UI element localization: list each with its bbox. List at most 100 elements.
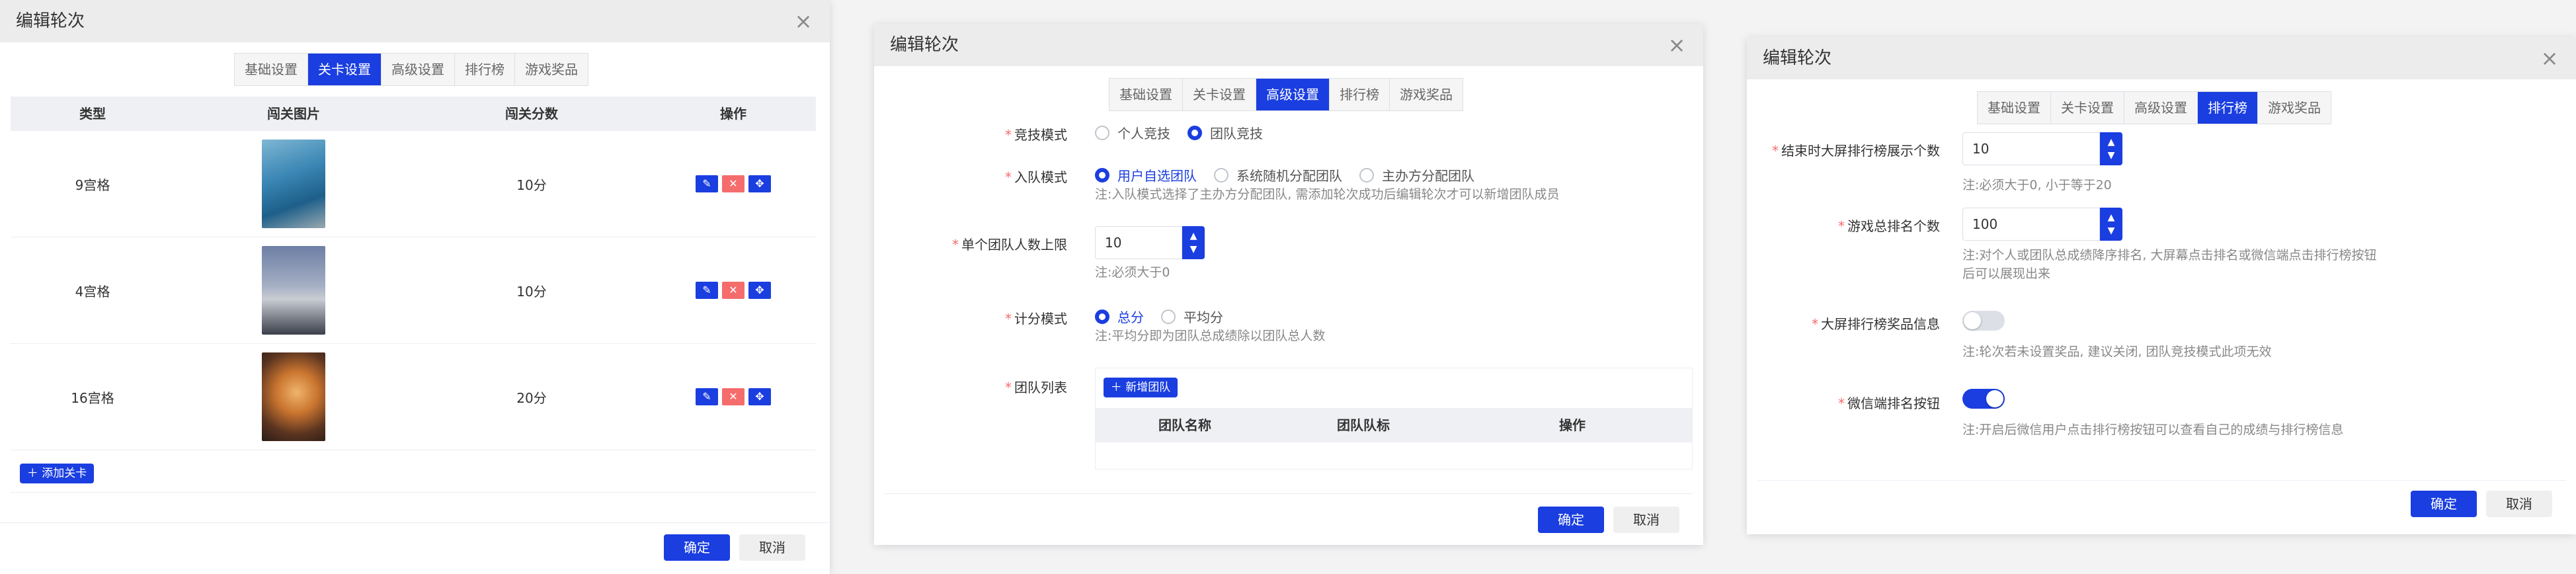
row-actions: ✎ ✕ ✥ <box>651 344 816 450</box>
levels-table: 类型 闯关图片 闯关分数 操作 9宫格 10分 ✎ ✕ ✥ 4宫格 10分 ✎ … <box>11 97 816 493</box>
delete-icon[interactable]: ✕ <box>722 388 745 405</box>
radio-individual-label[interactable]: 个人竞技 <box>1117 123 1170 142</box>
level-type: 4宫格 <box>75 283 110 300</box>
column-header-team-name: 团队名称 <box>1158 417 1211 433</box>
chevron-up-icon[interactable]: ▲ <box>2108 136 2115 149</box>
close-icon[interactable]: × <box>790 8 817 34</box>
team-limit-input[interactable]: 10 <box>1095 226 1182 259</box>
screen-count-input[interactable]: 10 <box>1962 132 2100 165</box>
radio-user-choose-label[interactable]: 用户自选团队 <box>1117 165 1197 184</box>
row-actions: ✎ ✕ ✥ <box>651 237 816 343</box>
edit-icon[interactable]: ✎ <box>696 175 718 192</box>
radio-host-assign[interactable] <box>1359 167 1374 183</box>
close-icon[interactable]: × <box>1664 32 1690 58</box>
dialog-header: 编辑轮次 × <box>874 24 1703 66</box>
edit-icon[interactable]: ✎ <box>696 388 718 405</box>
dialog-header: 编辑轮次 × <box>0 0 830 42</box>
wechat-button-toggle[interactable] <box>1962 389 2005 409</box>
add-team-button[interactable]: ＋ 新增团队 <box>1104 378 1178 397</box>
tab-advanced[interactable]: 高级设置 <box>2124 92 2198 124</box>
confirm-button[interactable]: 确定 <box>664 534 730 561</box>
tab-leaderboard[interactable]: 排行榜 <box>1330 79 1390 110</box>
tab-prizes[interactable]: 游戏奖品 <box>515 54 588 85</box>
tab-basic[interactable]: 基础设置 <box>235 54 308 85</box>
tab-advanced[interactable]: 高级设置 <box>382 54 455 85</box>
column-header-actions: 操作 <box>720 106 746 122</box>
radio-team-label[interactable]: 团队竞技 <box>1210 123 1263 142</box>
total-rank-label: * 游戏总排名个数 <box>1838 218 1940 234</box>
stepper-controls[interactable]: ▲ ▼ <box>1182 226 1205 259</box>
competition-mode-label: * 竞技模式 <box>1005 127 1067 143</box>
total-rank-input[interactable]: 100 <box>1962 208 2100 241</box>
dialog-title: 编辑轮次 <box>1763 48 1832 68</box>
stepper-controls[interactable]: ▲ ▼ <box>2100 208 2122 241</box>
tab-leaderboard[interactable]: 排行榜 <box>455 54 515 85</box>
footer-divider <box>885 493 1693 494</box>
close-icon[interactable]: × <box>2536 45 2563 71</box>
radio-user-choose[interactable] <box>1095 167 1109 183</box>
settings-tabs: 基础设置 关卡设置 高级设置 排行榜 游戏奖品 <box>234 53 588 86</box>
score-mode-note: 注:平均分即为团队总成绩除以团队总人数 <box>1095 329 1326 343</box>
level-image-cell <box>175 237 413 343</box>
chevron-down-icon[interactable]: ▼ <box>1190 243 1197 256</box>
move-icon[interactable]: ✥ <box>748 175 771 192</box>
tab-prizes[interactable]: 游戏奖品 <box>2258 92 2331 124</box>
level-image-cell <box>175 131 413 237</box>
screen-count-stepper: 10 ▲ ▼ <box>1962 132 2122 165</box>
confirm-button[interactable]: 确定 <box>1538 507 1604 533</box>
team-limit-note: 注:必须大于0 <box>1095 265 1170 280</box>
delete-icon[interactable]: ✕ <box>722 175 745 192</box>
stepper-controls[interactable]: ▲ ▼ <box>2100 132 2122 165</box>
cancel-button[interactable]: 取消 <box>1613 507 1679 533</box>
tab-levels[interactable]: 关卡设置 <box>308 54 382 85</box>
cancel-button[interactable]: 取消 <box>739 534 805 561</box>
prize-info-note: 注:轮次若未设置奖品, 建议关闭, 团队竞技模式此项无效 <box>1962 345 2272 359</box>
tab-basic[interactable]: 基础设置 <box>1109 79 1183 110</box>
silver-car-photo <box>262 246 325 335</box>
radio-random[interactable] <box>1214 167 1228 183</box>
tab-leaderboard[interactable]: 排行榜 <box>2198 92 2258 124</box>
delete-icon[interactable]: ✕ <box>722 282 745 299</box>
edit-icon[interactable]: ✎ <box>696 282 718 299</box>
level-score: 10分 <box>516 177 547 193</box>
prize-info-toggle[interactable] <box>1962 311 2005 331</box>
join-mode-label: * 入队模式 <box>1005 169 1067 185</box>
toggle-knob <box>1964 312 1981 329</box>
radio-total[interactable] <box>1095 309 1109 324</box>
radio-average[interactable] <box>1161 309 1176 324</box>
settings-tabs: 基础设置 关卡设置 高级设置 排行榜 游戏奖品 <box>1109 78 1463 111</box>
edit-round-dialog-leaderboard: 编辑轮次 × 基础设置 关卡设置 高级设置 排行榜 游戏奖品 * 结束时大屏排行榜… <box>1747 37 2576 534</box>
confirm-button[interactable]: 确定 <box>2411 491 2477 517</box>
tab-levels[interactable]: 关卡设置 <box>2051 92 2124 124</box>
column-header-actions: 操作 <box>1559 417 1586 433</box>
tab-levels[interactable]: 关卡设置 <box>1183 79 1256 110</box>
radio-average-label[interactable]: 平均分 <box>1184 307 1223 326</box>
radio-total-label[interactable]: 总分 <box>1117 307 1144 326</box>
radio-host-assign-label[interactable]: 主办方分配团队 <box>1382 165 1474 184</box>
chevron-up-icon[interactable]: ▲ <box>2108 211 2115 224</box>
toggle-knob <box>1986 390 2003 407</box>
team-list-panel: ＋ 新增团队 团队名称 团队队标 操作 <box>1095 368 1693 470</box>
tab-basic[interactable]: 基础设置 <box>1978 92 2051 124</box>
gold-car-photo <box>262 352 325 441</box>
join-mode-radios: 用户自选团队 系统随机分配团队 主办方分配团队 <box>1095 165 1492 184</box>
tab-advanced[interactable]: 高级设置 <box>1256 79 1330 110</box>
wechat-button-note: 注:开启后微信用户点击排行榜按钮可以查看自己的成绩与排行榜信息 <box>1962 423 2344 437</box>
tab-prizes[interactable]: 游戏奖品 <box>1390 79 1463 110</box>
chevron-down-icon[interactable]: ▼ <box>2108 224 2115 237</box>
radio-team[interactable] <box>1187 125 1202 140</box>
cancel-button[interactable]: 取消 <box>2486 491 2552 517</box>
add-level-button[interactable]: ＋ 添加关卡 <box>20 464 94 483</box>
move-icon[interactable]: ✥ <box>748 388 771 405</box>
team-list-label: * 团队列表 <box>1005 380 1067 395</box>
wechat-button-label: * 微信端排名按钮 <box>1838 395 1940 411</box>
level-type: 9宫格 <box>75 177 110 193</box>
chevron-up-icon[interactable]: ▲ <box>1190 229 1197 243</box>
move-icon[interactable]: ✥ <box>748 282 771 299</box>
radio-individual[interactable] <box>1095 125 1109 140</box>
row-actions: ✎ ✕ ✥ <box>651 131 816 237</box>
radio-random-label[interactable]: 系统随机分配团队 <box>1236 165 1342 184</box>
chevron-down-icon[interactable]: ▼ <box>2108 149 2115 162</box>
edit-round-dialog-advanced: 编辑轮次 × 基础设置 关卡设置 高级设置 排行榜 游戏奖品 * 竞技模式 个人竞… <box>874 24 1703 545</box>
level-image-cell <box>175 344 413 450</box>
